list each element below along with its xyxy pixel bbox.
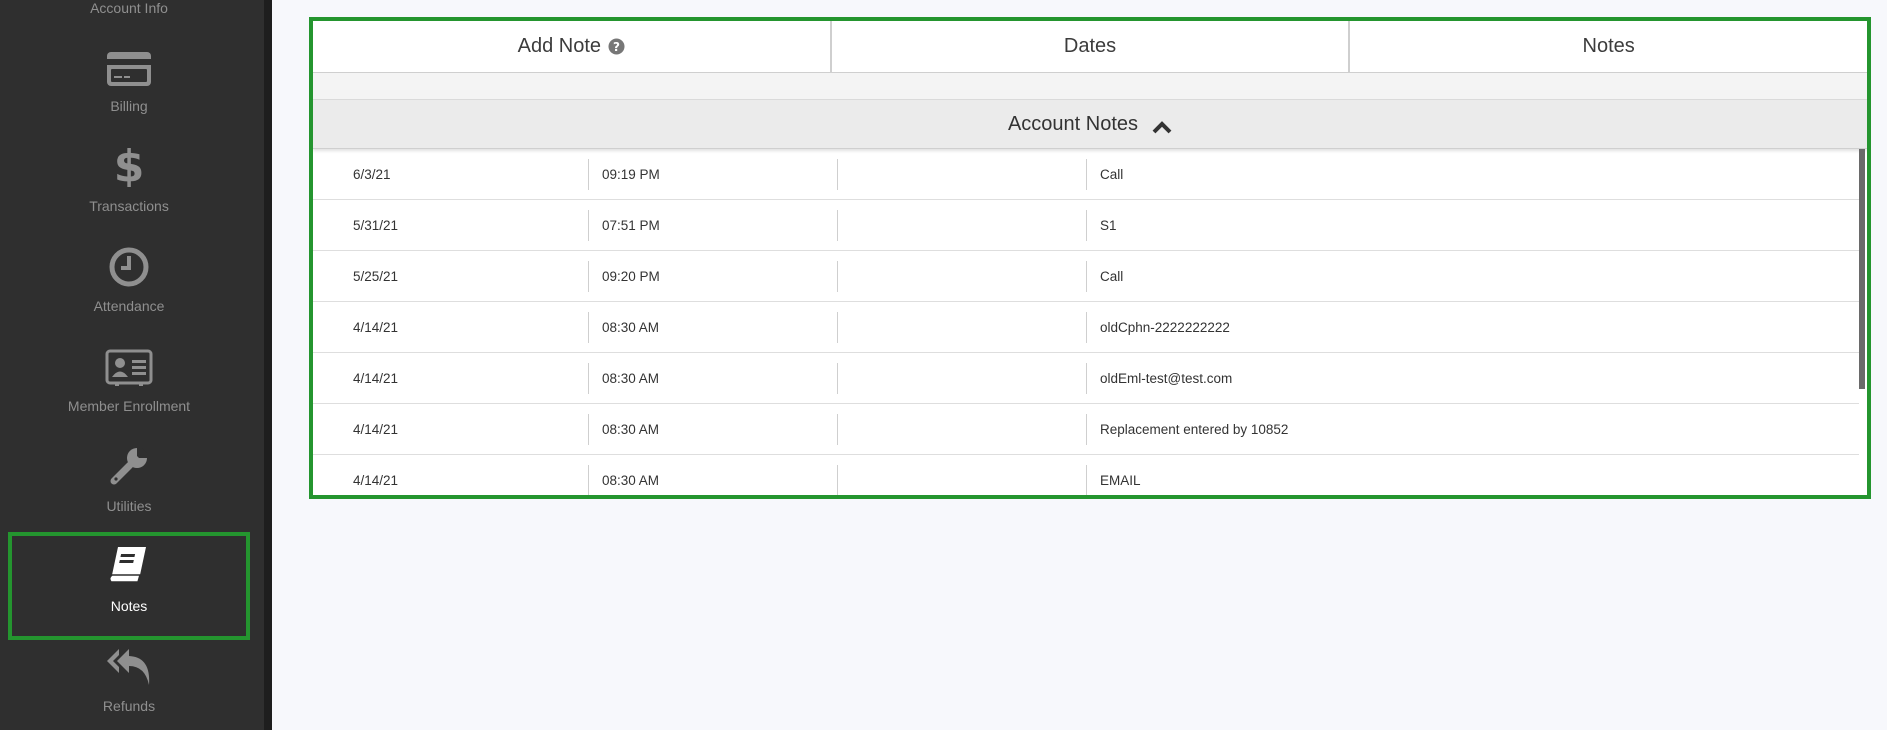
- column-divider: [588, 210, 589, 241]
- note-time: 08:30 AM: [602, 319, 660, 335]
- clock-icon: [109, 247, 149, 290]
- tab-label: Dates: [1063, 35, 1117, 57]
- table-row[interactable]: 4/14/21 08:30 AM EMAIL: [313, 455, 1859, 495]
- column-divider: [588, 312, 589, 343]
- account-notes-header[interactable]: Account Notes: [313, 100, 1867, 149]
- column-divider: [588, 414, 589, 445]
- table-row[interactable]: 5/25/21 09:20 PM Call: [313, 251, 1859, 302]
- notes-panel: Add Note ? Dates Notes Account Notes 6/3…: [309, 17, 1871, 499]
- svg-text:?: ?: [613, 40, 620, 54]
- column-divider: [1086, 210, 1087, 241]
- note-date: 4/14/21: [353, 319, 399, 335]
- sidebar-item-label: Attendance: [93, 298, 165, 314]
- note-time: 08:30 AM: [602, 472, 660, 488]
- sidebar-item-label: Billing: [110, 98, 148, 114]
- table-row[interactable]: 4/14/21 08:30 AM oldEml-test@test.com: [313, 353, 1859, 404]
- table-row[interactable]: 5/31/21 07:51 PM S1: [313, 200, 1859, 251]
- column-divider: [837, 159, 838, 190]
- tab-add-note[interactable]: Add Note ?: [313, 21, 830, 72]
- tab-dates[interactable]: Dates: [829, 21, 1349, 72]
- column-divider: [1086, 465, 1087, 495]
- column-divider: [1086, 363, 1087, 394]
- column-divider: [837, 414, 838, 445]
- note-time: 09:19 PM: [602, 166, 660, 182]
- credit-card-icon: [106, 51, 152, 90]
- id-card-icon: [105, 349, 153, 390]
- column-divider: [1086, 414, 1087, 445]
- toolbar-spacer: [313, 73, 1867, 100]
- sidebar-item-label: Transactions: [89, 198, 169, 214]
- wrench-icon: [108, 445, 150, 490]
- table-row[interactable]: 4/14/21 08:30 AM oldCphn-2222222222: [313, 302, 1859, 353]
- note-text: S1: [1100, 217, 1117, 233]
- note-text: Call: [1100, 166, 1124, 182]
- note-time: 07:51 PM: [602, 217, 660, 233]
- note-time: 09:20 PM: [602, 268, 660, 284]
- tab-label: Add Note: [517, 35, 602, 57]
- note-time: 08:30 AM: [602, 421, 660, 437]
- note-text: oldEml-test@test.com: [1100, 370, 1233, 386]
- tab-bar: Add Note ? Dates Notes: [313, 21, 1867, 73]
- svg-text:$: $: [114, 143, 144, 187]
- column-divider: [588, 363, 589, 394]
- column-divider: [1086, 312, 1087, 343]
- sidebar-item-utilities[interactable]: Utilities: [0, 414, 258, 514]
- sidebar-divider: [264, 0, 272, 730]
- table-row[interactable]: 6/3/21 09:19 PM Call: [313, 149, 1859, 200]
- sidebar-item-label: Member Enrollment: [67, 398, 191, 414]
- note-date: 4/14/21: [353, 370, 399, 386]
- column-divider: [1086, 261, 1087, 292]
- dollar-icon: $: [114, 141, 145, 192]
- sidebar-item-billing[interactable]: Billing: [0, 14, 258, 114]
- sidebar-item-label: Utilities: [106, 498, 152, 514]
- tab-notes[interactable]: Notes: [1348, 21, 1867, 72]
- table-row[interactable]: 4/14/21 08:30 AM Replacement entered by …: [313, 404, 1859, 455]
- sidebar-item-label: Refunds: [102, 698, 156, 714]
- column-divider: [837, 261, 838, 292]
- reply-all-icon: [105, 647, 153, 690]
- sidebar-item-attendance[interactable]: Attendance: [0, 214, 258, 314]
- question-circle-icon[interactable]: ?: [608, 38, 625, 55]
- tab-label: Notes: [1582, 35, 1635, 57]
- note-date: 5/25/21: [353, 268, 399, 284]
- sidebar-item-member-enrollment[interactable]: Member Enrollment: [0, 314, 258, 414]
- section-title: Account Notes: [1007, 112, 1139, 135]
- active-item-highlight: [8, 532, 250, 640]
- column-divider: [588, 159, 589, 190]
- column-divider: [588, 261, 589, 292]
- sidebar: Account Info Billing $ Transactions Atte…: [0, 0, 264, 730]
- notes-table: 6/3/21 09:19 PM Call 5/31/21 07:51 PM S1…: [313, 149, 1859, 495]
- chevron-up-icon: [1152, 117, 1172, 134]
- column-divider: [837, 465, 838, 495]
- note-date: 4/14/21: [353, 421, 399, 437]
- column-divider: [837, 312, 838, 343]
- column-divider: [837, 363, 838, 394]
- note-date: 4/14/21: [353, 472, 399, 488]
- column-divider: [1086, 159, 1087, 190]
- column-divider: [837, 210, 838, 241]
- note-text: EMAIL: [1100, 472, 1141, 488]
- note-date: 6/3/21: [353, 166, 391, 182]
- note-text: oldCphn-2222222222: [1100, 319, 1230, 335]
- note-time: 08:30 AM: [602, 370, 660, 386]
- note-text: Call: [1100, 268, 1124, 284]
- note-text: Replacement entered by 10852: [1100, 421, 1289, 437]
- column-divider: [588, 465, 589, 495]
- sidebar-item-transactions[interactable]: $ Transactions: [0, 114, 258, 214]
- note-date: 5/31/21: [353, 217, 399, 233]
- scrollbar[interactable]: [1859, 149, 1865, 389]
